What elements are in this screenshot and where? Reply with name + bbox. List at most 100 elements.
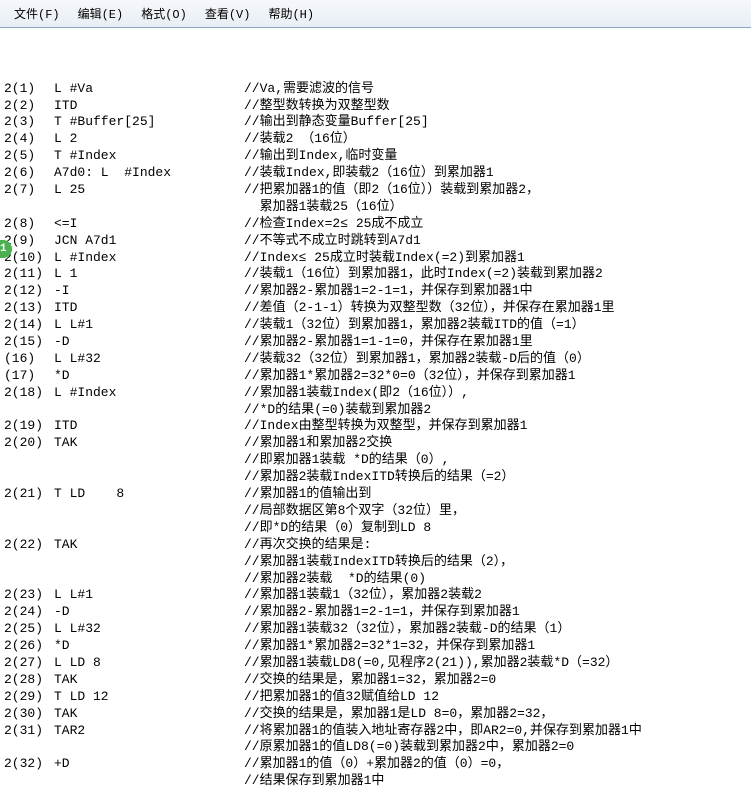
comment-text: //即*D的结果（0）复制到LD 8: [244, 520, 431, 537]
code-text: TAK: [54, 672, 244, 689]
line-number: 2(14): [4, 317, 54, 334]
code-text: L L#1: [54, 587, 244, 604]
code-line: //*D的结果(=0)装载到累加器2: [4, 402, 747, 419]
code-text: A7d0: L #Index: [54, 165, 244, 182]
line-number: [4, 554, 54, 571]
menu-format[interactable]: 格式(O): [133, 3, 195, 24]
comment-text: //交换的结果是，累加器1是LD 8=0，累加器2=32，: [244, 706, 553, 723]
line-number: [4, 503, 54, 520]
code-text: T LD 8: [54, 486, 244, 503]
comment-text: //*D的结果(=0)装载到累加器2: [244, 402, 431, 419]
line-number: 2(31): [4, 723, 54, 740]
code-line: 2(9)JCN A7d1//不等式不成立时跳转到A7d1: [4, 233, 747, 250]
code-line: //即*D的结果（0）复制到LD 8: [4, 520, 747, 537]
comment-text: //差值（2-1-1）转换为双整型数（32位），并保存在累加器1里: [244, 300, 615, 317]
code-text: ITD: [54, 98, 244, 115]
code-line: 2(29)T LD 12//把累加器1的值32赋值给LD 12: [4, 689, 747, 706]
line-number: [4, 571, 54, 588]
code-line: //即累加器1装载 *D的结果（0）,: [4, 452, 747, 469]
menu-edit[interactable]: 编辑(E): [70, 3, 132, 24]
code-line: 2(10)L #Index//Index≤ 25成立时装载Index(=2)到累…: [4, 250, 747, 267]
comment-text: //再次交换的结果是:: [244, 537, 371, 554]
code-line: 2(27)L LD 8//累加器1装载LD8(=0,见程序2(21)),累加器2…: [4, 655, 747, 672]
line-number: 2(19): [4, 418, 54, 435]
comment-text: //Va,需要滤波的信号: [244, 81, 374, 98]
code-text: +D: [54, 756, 244, 773]
code-line: 2(23)L L#1//累加器1装载1（32位），累加器2装载2: [4, 587, 747, 604]
code-line: 2(20)TAK//累加器1和累加器2交换: [4, 435, 747, 452]
comment-text: //累加器1*累加器2=32*0=0（32位），并保存到累加器1: [244, 368, 576, 385]
line-number: 2(5): [4, 148, 54, 165]
code-text: TAK: [54, 537, 244, 554]
code-text: L #Va: [54, 81, 244, 98]
code-line: //累加器2装载 *D的结果(0): [4, 571, 747, 588]
menu-file[interactable]: 文件(F): [6, 3, 68, 24]
code-line: 2(25)L L#32//累加器1装载32（32位），累加器2装载-D的结果（1…: [4, 621, 747, 638]
menu-help[interactable]: 帮助(H): [260, 3, 322, 24]
menubar: 文件(F) 编辑(E) 格式(O) 查看(V) 帮助(H): [0, 0, 751, 28]
line-number: 2(2): [4, 98, 54, 115]
code-text: [54, 469, 244, 486]
line-number: 2(23): [4, 587, 54, 604]
code-text: [54, 503, 244, 520]
code-line: //累加器1装载IndexITD转换后的结果（2），: [4, 554, 747, 571]
comment-text: //结果保存到累加器1中: [244, 773, 384, 790]
line-number: 2(30): [4, 706, 54, 723]
comment-text: //Index≤ 25成立时装载Index(=2)到累加器1: [244, 250, 525, 267]
code-text: [54, 571, 244, 588]
code-line: 2(3)T #Buffer[25]//输出到静态变量Buffer[25]: [4, 114, 747, 131]
code-text: TAR2: [54, 723, 244, 740]
comment-text: //将累加器1的值装入地址寄存器2中，即AR2=0,并保存到累加器1中: [244, 723, 642, 740]
line-number: 2(4): [4, 131, 54, 148]
code-text: [54, 739, 244, 756]
code-text: [54, 199, 244, 216]
line-number: 2(6): [4, 165, 54, 182]
comment-text: //输出到Index,临时变量: [244, 148, 397, 165]
code-line: 2(15)-D//累加器2-累加器1=1-1=0，并保存在累加器1里: [4, 334, 747, 351]
code-line: 2(1)L #Va//Va,需要滤波的信号: [4, 81, 747, 98]
code-text: -D: [54, 604, 244, 621]
comment-text: //累加器2装载 *D的结果(0): [244, 571, 426, 588]
comment-text: //Index由整型转换为双整型，并保存到累加器1: [244, 418, 527, 435]
code-text: <=I: [54, 216, 244, 233]
code-text: [54, 402, 244, 419]
code-line: 2(31)TAR2//将累加器1的值装入地址寄存器2中，即AR2=0,并保存到累…: [4, 723, 747, 740]
code-line: 2(4)L 2//装载2 （16位）: [4, 131, 747, 148]
line-number: [4, 199, 54, 216]
comment-text: //原累加器1的值LD8(=0)装载到累加器2中，累加器2=0: [244, 739, 574, 756]
comment-text: //累加器1*累加器2=32*1=32，并保存到累加器1: [244, 638, 535, 655]
code-line: 2(6)A7d0: L #Index//装载Index,即装载2（16位）到累加…: [4, 165, 747, 182]
code-line: 2(24)-D//累加器2-累加器1=2-1=1，并保存到累加器1: [4, 604, 747, 621]
comment-text: //装载Index,即装载2（16位）到累加器1: [244, 165, 494, 182]
comment-text: //装载32（32位）到累加器1，累加器2装载-D后的值（0）: [244, 351, 590, 368]
code-line: 2(22)TAK//再次交换的结果是:: [4, 537, 747, 554]
code-line: 2(11)L 1//装载1（16位）到累加器1，此时Index(=2)装载到累加…: [4, 266, 747, 283]
comment-text: //累加器2-累加器1=1-1=0，并保存在累加器1里: [244, 334, 533, 351]
code-text: L 2: [54, 131, 244, 148]
line-number: [4, 739, 54, 756]
code-text: ITD: [54, 300, 244, 317]
menu-view[interactable]: 查看(V): [197, 3, 259, 24]
line-number: 2(15): [4, 334, 54, 351]
line-number: (17): [4, 368, 54, 385]
code-text: -D: [54, 334, 244, 351]
code-line: //结果保存到累加器1中: [4, 773, 747, 790]
code-line: 累加器1装载25（16位）: [4, 199, 747, 216]
code-text: L #Index: [54, 250, 244, 267]
code-line: 2(12)-I//累加器2-累加器1=2-1=1，并保存到累加器1中: [4, 283, 747, 300]
line-number: 2(21): [4, 486, 54, 503]
comment-text: //累加器2装载IndexITD转换后的结果（=2）: [244, 469, 514, 486]
line-number: [4, 452, 54, 469]
code-line: 2(21)T LD 8//累加器1的值输出到: [4, 486, 747, 503]
line-number: 2(7): [4, 182, 54, 199]
code-line: 2(7)L 25//把累加器1的值（即2（16位））装载到累加器2，: [4, 182, 747, 199]
code-text: -I: [54, 283, 244, 300]
code-text: TAK: [54, 706, 244, 723]
line-number: 2(24): [4, 604, 54, 621]
code-line: 2(30)TAK//交换的结果是，累加器1是LD 8=0，累加器2=32，: [4, 706, 747, 723]
comment-text: //累加器1装载IndexITD转换后的结果（2），: [244, 554, 513, 571]
line-number: 2(3): [4, 114, 54, 131]
comment-text: //累加器2-累加器1=2-1=1，并保存到累加器1: [244, 604, 520, 621]
comment-text: //输出到静态变量Buffer[25]: [244, 114, 429, 131]
line-number: 2(28): [4, 672, 54, 689]
